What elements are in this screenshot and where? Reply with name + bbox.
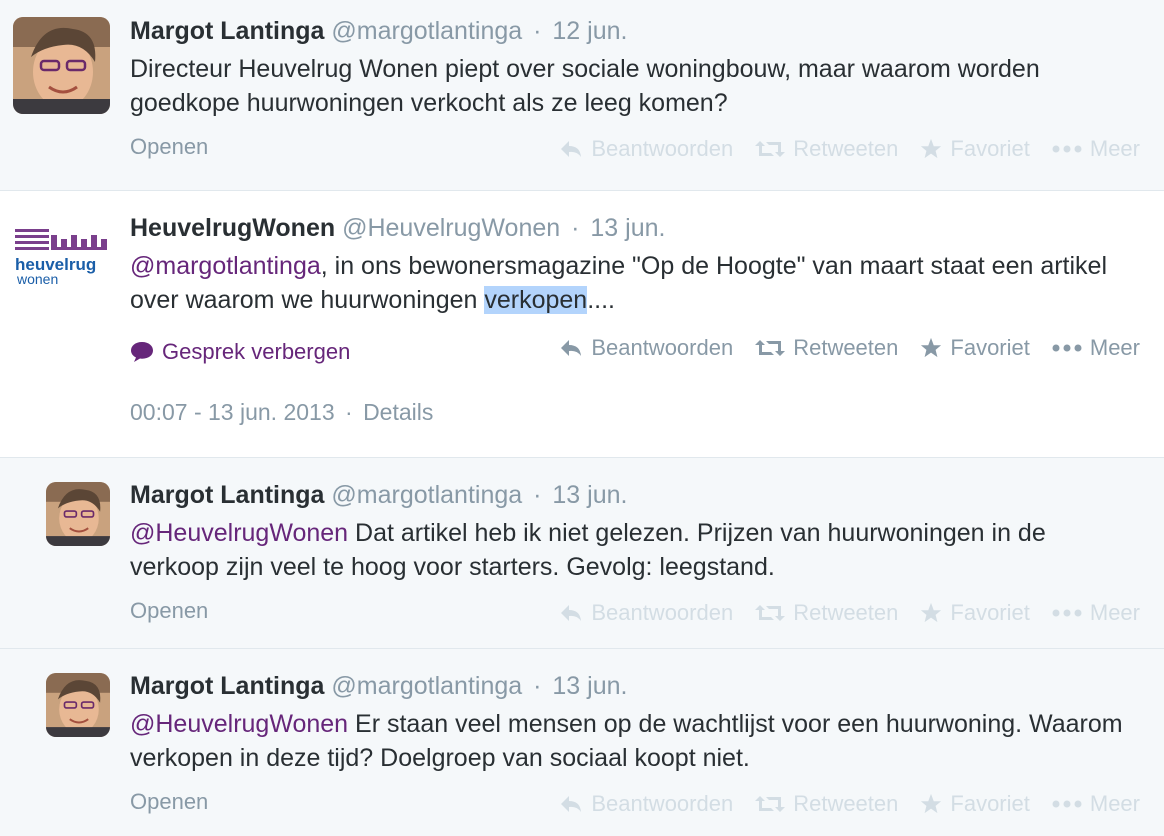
star-icon — [921, 602, 942, 623]
tweet-timestamp[interactable]: 00:07 - 13 jun. 2013 — [130, 399, 335, 425]
more-button[interactable]: Meer — [1052, 600, 1140, 626]
more-label: Meer — [1089, 136, 1140, 161]
mention-link[interactable]: @HeuvelrugWonen — [130, 710, 348, 738]
tweet-text: Directeur Heuvelrug Wonen piept over soc… — [130, 55, 1040, 117]
mention-link[interactable]: @margotlantinga — [130, 252, 321, 280]
author-handle[interactable]: @HeuvelrugWonen — [342, 214, 560, 242]
tweet-text: @margotlantinga, in ons bewonersmagazine… — [130, 249, 1140, 317]
separator: · — [533, 481, 542, 509]
more-icon — [1052, 609, 1082, 617]
reply-icon — [561, 796, 582, 812]
details-link[interactable]: Details — [363, 399, 433, 425]
tweet-text: @HeuvelrugWonen Dat artikel heb ik niet … — [130, 516, 1140, 584]
reply-label: Beantwoorden — [591, 791, 734, 816]
separator: · — [533, 672, 542, 700]
author-name[interactable]: HeuvelrugWonen — [130, 214, 335, 242]
author-handle[interactable]: @margotlantinga — [331, 672, 522, 700]
avatar[interactable] — [13, 17, 110, 114]
author-handle[interactable]: @margotlantinga — [331, 17, 522, 45]
star-icon — [921, 337, 942, 358]
reply-icon — [561, 605, 582, 621]
separator: · — [571, 214, 580, 242]
retweet-button[interactable]: Retweeten — [755, 600, 898, 626]
reply-button[interactable]: Beantwoorden — [559, 791, 733, 817]
retweet-icon — [755, 605, 786, 621]
more-label: Meer — [1089, 335, 1140, 360]
reply-label: Beantwoorden — [591, 335, 734, 360]
reply-button[interactable]: Beantwoorden — [559, 600, 733, 626]
author-name[interactable]: Margot Lantinga — [130, 672, 324, 700]
tweet-text: @HeuvelrugWonen Er staan veel mensen op … — [130, 707, 1140, 775]
tweet-time[interactable]: 12 jun. — [552, 17, 627, 45]
tweet-text-end: .... — [587, 286, 616, 314]
reply-label: Beantwoorden — [591, 600, 734, 625]
retweet-button[interactable]: Retweeten — [755, 136, 898, 162]
reply-icon — [561, 141, 582, 157]
separator: · — [533, 17, 542, 45]
tweet-time[interactable]: 13 jun. — [552, 481, 627, 509]
tweet-time[interactable]: 13 jun. — [552, 672, 627, 700]
author-handle[interactable]: @margotlantinga — [331, 481, 522, 509]
retweet-label: Retweeten — [793, 600, 899, 625]
star-icon — [921, 138, 942, 159]
mention-link[interactable]: @HeuvelrugWonen — [130, 519, 348, 547]
favorite-button[interactable]: Favoriet — [920, 136, 1030, 162]
tweet-timestamp-row: 00:07 - 13 jun. 2013 · Details — [130, 399, 433, 426]
tweet-2-expanded[interactable]: heuvelrug wonen HeuvelrugWonen @Heuvelru… — [0, 191, 1164, 458]
favorite-button[interactable]: Favoriet — [920, 791, 1030, 817]
retweet-icon — [755, 141, 786, 157]
favorite-button[interactable]: Favoriet — [920, 600, 1030, 626]
author-name[interactable]: Margot Lantinga — [130, 17, 324, 45]
reply-icon — [561, 340, 582, 356]
tweet-actions: Beantwoorden Retweeten Favoriet Meer — [559, 600, 1140, 626]
avatar[interactable] — [46, 673, 110, 737]
reply-label: Beantwoorden — [591, 136, 734, 161]
open-link[interactable]: Openen — [130, 789, 208, 815]
retweet-icon — [755, 796, 786, 812]
retweet-button[interactable]: Retweeten — [755, 335, 898, 361]
reply-button[interactable]: Beantwoorden — [559, 335, 733, 361]
tweet-3-reply[interactable]: Margot Lantinga @margotlantinga · 13 jun… — [0, 458, 1164, 649]
retweet-icon — [755, 340, 786, 356]
separator: · — [345, 399, 353, 425]
favorite-label: Favoriet — [950, 335, 1030, 360]
retweet-label: Retweeten — [793, 335, 899, 360]
more-icon — [1052, 145, 1082, 153]
favorite-label: Favoriet — [950, 136, 1030, 161]
reply-button[interactable]: Beantwoorden — [559, 136, 733, 162]
selected-text: verkopen — [484, 286, 588, 314]
favorite-label: Favoriet — [950, 600, 1030, 625]
star-icon — [921, 793, 942, 814]
more-button[interactable]: Meer — [1052, 335, 1140, 361]
heuvelrug-logo[interactable]: heuvelrug wonen — [13, 225, 110, 289]
retweet-label: Retweeten — [793, 136, 899, 161]
author-name[interactable]: Margot Lantinga — [130, 481, 324, 509]
favorite-button[interactable]: Favoriet — [920, 335, 1030, 361]
avatar[interactable] — [46, 482, 110, 546]
tweet-4-reply[interactable]: Margot Lantinga @margotlantinga · 13 jun… — [0, 649, 1164, 836]
retweet-label: Retweeten — [793, 791, 899, 816]
retweet-button[interactable]: Retweeten — [755, 791, 898, 817]
more-icon — [1052, 344, 1082, 352]
more-button[interactable]: Meer — [1052, 136, 1140, 162]
tweet-1[interactable]: Margot Lantinga @margotlantinga · 12 jun… — [0, 0, 1164, 191]
more-button[interactable]: Meer — [1052, 791, 1140, 817]
favorite-label: Favoriet — [950, 791, 1030, 816]
more-label: Meer — [1089, 600, 1140, 625]
conversation-icon — [131, 342, 153, 362]
more-label: Meer — [1089, 791, 1140, 816]
logo-text-line2: wonen — [16, 271, 58, 287]
tweet-actions: Beantwoorden Retweeten Favoriet Meer — [559, 136, 1140, 162]
hide-conversation-label: Gesprek verbergen — [162, 339, 351, 364]
open-link[interactable]: Openen — [130, 134, 208, 160]
tweet-time[interactable]: 13 jun. — [590, 214, 665, 242]
tweet-actions: Beantwoorden Retweeten Favoriet Meer — [559, 791, 1140, 817]
hide-conversation-link[interactable]: Gesprek verbergen — [130, 339, 350, 365]
open-link[interactable]: Openen — [130, 598, 208, 624]
tweet-actions: Beantwoorden Retweeten Favoriet Meer — [559, 335, 1140, 361]
more-icon — [1052, 800, 1082, 808]
